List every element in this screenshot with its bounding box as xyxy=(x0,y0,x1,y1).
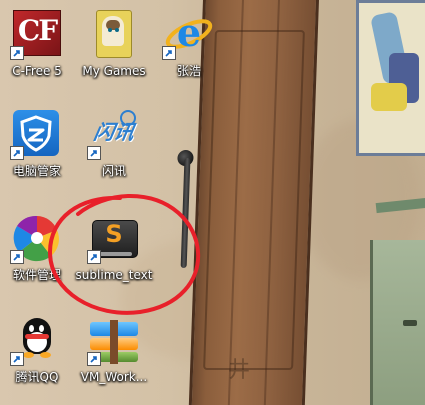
shortcut-arrow-icon xyxy=(10,352,24,366)
desktop-icon-shanxun[interactable]: 闪讯 闪讯 xyxy=(77,110,151,198)
desktop-icon-qq[interactable]: 腾讯QQ xyxy=(0,316,74,404)
icon-label: 软件管理 xyxy=(12,268,61,282)
icon-label: 闪讯 xyxy=(101,164,126,178)
shortcut-arrow-icon xyxy=(87,146,101,160)
wallpaper-poster xyxy=(356,0,425,156)
shortcut-arrow-icon xyxy=(10,250,24,264)
icon-label: 电脑管家 xyxy=(12,164,61,178)
cabinet-handle xyxy=(403,320,417,326)
my-games-icon xyxy=(90,10,138,58)
desktop: 井 CF C-Free 5 My Games e 张浩 电脑管家 闪讯 闪讯 软… xyxy=(0,0,425,405)
icon-label: sublime_text xyxy=(75,268,153,282)
wallpaper-graffiti: 井 xyxy=(228,358,251,383)
desktop-icon-vmware[interactable]: VM_Work... xyxy=(77,316,151,404)
poster-figure xyxy=(371,83,407,111)
shortcut-arrow-icon xyxy=(87,250,101,264)
shortcut-arrow-icon xyxy=(162,46,176,60)
shortcut-arrow-icon xyxy=(10,146,24,160)
icon-label: 腾讯QQ xyxy=(15,370,59,384)
sublime-letter: S xyxy=(105,220,123,248)
shortcut-arrow-icon xyxy=(87,352,101,366)
icon-label: VM_Work... xyxy=(80,370,148,384)
desktop-icon-pc-manager[interactable]: 电脑管家 xyxy=(0,110,74,198)
desktop-icon-c-free[interactable]: CF C-Free 5 xyxy=(0,10,74,98)
icon-label: My Games xyxy=(82,64,146,78)
icon-label: C-Free 5 xyxy=(12,64,62,78)
c-free-letters: CF xyxy=(17,14,58,47)
desktop-icon-sublime-text[interactable]: S sublime_text xyxy=(76,214,152,302)
svg-text:e: e xyxy=(177,10,201,55)
shortcut-arrow-icon xyxy=(10,46,24,60)
desktop-icon-software-manager[interactable]: 软件管理 xyxy=(0,214,74,302)
icon-label: 张浩 xyxy=(176,64,201,78)
wallpaper-cabinet xyxy=(370,240,425,405)
desktop-icon-ie[interactable]: e 张浩 xyxy=(152,10,226,98)
desktop-icon-my-games[interactable]: My Games xyxy=(77,10,151,98)
